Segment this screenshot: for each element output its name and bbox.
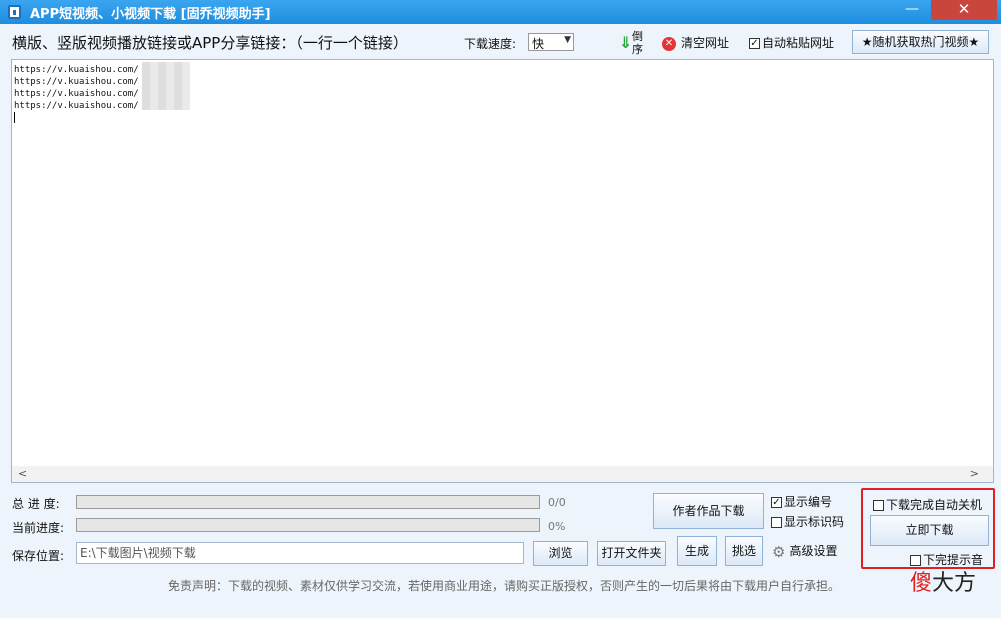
show-number-label: 显示编号 (784, 495, 833, 509)
minimize-button[interactable]: — (893, 0, 931, 20)
watermark-first: 傻 (910, 571, 933, 596)
save-path-input[interactable]: E:\下载图片\视频下载 (76, 542, 524, 564)
save-location-label: 保存位置: (12, 549, 65, 563)
redaction-blur (142, 62, 190, 110)
watermark-rest: 大方 (932, 571, 977, 596)
speed-label: 下载速度: (464, 37, 517, 51)
autopaste-option[interactable]: ✓ 自动粘贴网址 (749, 34, 834, 51)
chevron-down-icon: ▼ (564, 35, 571, 45)
show-number-checkbox[interactable]: ✓ (771, 497, 782, 508)
random-hot-video-button[interactable]: ★随机获取热门视频★ (852, 30, 989, 54)
advanced-settings-label: 高级设置 (789, 544, 838, 558)
generate-button[interactable]: 生成 (677, 536, 717, 566)
current-progress-bar (76, 518, 540, 532)
clear-icon: ✕ (662, 36, 676, 51)
auto-shutdown-label: 下载完成自动关机 (886, 498, 983, 512)
download-now-button[interactable]: 立即下载 (870, 515, 989, 546)
arrow-down-icon: ⇓ (619, 33, 633, 52)
horizontal-scrollbar[interactable]: < > (12, 466, 993, 482)
app-icon (8, 5, 21, 19)
reverse-label: 倒序 (632, 30, 643, 56)
text-caret (14, 112, 15, 123)
title-bar: APP短视频、小视频下载 [固乔视频助手] — ✕ (0, 0, 1001, 24)
show-code-checkbox[interactable] (771, 517, 782, 528)
auto-shutdown-checkbox[interactable] (873, 500, 884, 511)
total-progress-value: 0/0 (548, 496, 566, 509)
pick-button[interactable]: 挑选 (725, 536, 763, 566)
close-button[interactable]: ✕ (931, 0, 997, 20)
window-title: APP短视频、小视频下载 [固乔视频助手] (30, 7, 271, 22)
links-label: 横版、竖版视频播放链接或APP分享链接：（一行一个链接） (12, 34, 408, 52)
disclaimer-text: 免责声明：下载的视频、素材仅供学习交流，若使用商业用途，请购买正版授权，否则产生… (168, 579, 841, 593)
links-textarea[interactable]: https://v.kuaishou.com/ https://v.kuaish… (11, 59, 994, 483)
current-progress-value: 0% (548, 520, 566, 533)
speed-select[interactable]: 快 ▼ (528, 33, 574, 51)
show-code-option[interactable]: 显示标识码 (771, 513, 844, 530)
open-folder-button[interactable]: 打开文件夹 (597, 541, 666, 566)
scroll-left-icon[interactable]: < (18, 467, 27, 480)
browse-button[interactable]: 浏览 (533, 541, 588, 566)
link-line: https://v.kuaishou.com/ (14, 101, 139, 111)
show-code-label: 显示标识码 (784, 515, 845, 529)
watermark: 傻大方 (910, 565, 976, 597)
autopaste-checkbox[interactable]: ✓ (749, 38, 760, 49)
advanced-settings-button[interactable]: ⚙ 高级设置 (772, 542, 837, 561)
link-line: https://v.kuaishou.com/ (14, 89, 139, 99)
autopaste-label: 自动粘贴网址 (762, 36, 835, 50)
show-number-option[interactable]: ✓ 显示编号 (771, 493, 832, 510)
links-list: https://v.kuaishou.com/ https://v.kuaish… (14, 64, 139, 112)
clear-label: 清空网址 (681, 36, 730, 50)
total-progress-label: 总 进 度: (12, 497, 60, 511)
auto-shutdown-option[interactable]: 下载完成自动关机 (873, 496, 982, 513)
reverse-order-button[interactable]: ⇓ 倒序 (619, 30, 643, 56)
scroll-right-icon[interactable]: > (970, 467, 979, 480)
clear-urls-button[interactable]: ✕ 清空网址 (662, 34, 729, 51)
speed-value: 快 (532, 37, 545, 51)
link-line: https://v.kuaishou.com/ (14, 77, 139, 87)
current-progress-label: 当前进度: (12, 521, 65, 535)
total-progress-bar (76, 495, 540, 509)
author-works-download-button[interactable]: 作者作品下载 (653, 493, 764, 529)
gear-icon: ⚙ (772, 542, 786, 561)
link-line: https://v.kuaishou.com/ (14, 65, 139, 75)
